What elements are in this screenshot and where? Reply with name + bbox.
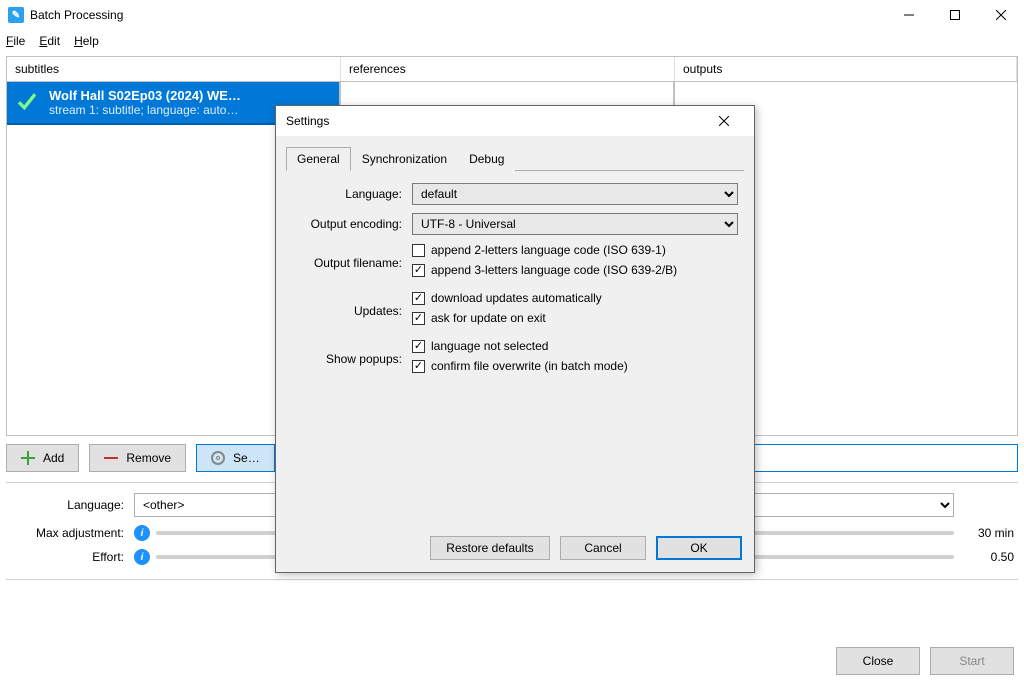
setting-updates-label: Updates: (292, 304, 412, 318)
menu-edit[interactable]: Edit (39, 34, 60, 48)
remove-button-label: Remove (126, 451, 171, 465)
checkbox-dlupdates-label: download updates automatically (431, 291, 602, 305)
ok-button[interactable]: OK (656, 536, 742, 560)
settings-tabs: General Synchronization Debug (286, 146, 744, 171)
subtitle-item-detail: stream 1: subtitle; language: auto… (49, 103, 241, 117)
gear-icon (211, 451, 225, 465)
check-icon (15, 89, 39, 116)
menu-file[interactable]: File (6, 34, 25, 48)
checkbox-iso6391-label: append 2-letters language code (ISO 639-… (431, 243, 666, 257)
checkbox-confirmover[interactable] (412, 360, 425, 373)
settings-button[interactable]: Se… (196, 444, 275, 472)
add-button[interactable]: Add (6, 444, 79, 472)
effort-value: 0.50 (954, 550, 1014, 564)
divider (6, 579, 1018, 580)
app-icon: ✎ (8, 7, 24, 23)
settings-close-button[interactable] (704, 106, 744, 136)
settings-dialog: Settings General Synchronization Debug L… (275, 105, 755, 573)
column-outputs[interactable]: outputs (675, 57, 1017, 81)
footer: Close Start (836, 647, 1014, 675)
checkbox-langnotsel-label: language not selected (431, 339, 548, 353)
tab-debug[interactable]: Debug (458, 147, 515, 171)
restore-defaults-button[interactable]: Restore defaults (430, 536, 550, 560)
max-adjustment-label: Max adjustment: (10, 526, 134, 540)
close-button[interactable] (978, 0, 1024, 30)
setting-popups-label: Show popups: (292, 352, 412, 366)
settings-button-label: Se… (233, 451, 260, 465)
titlebar: ✎ Batch Processing (0, 0, 1024, 30)
checkbox-iso6391[interactable] (412, 244, 425, 257)
settings-footer: Restore defaults Cancel OK (430, 536, 742, 560)
checkbox-iso6392-label: append 3-letters language code (ISO 639-… (431, 263, 677, 277)
settings-title: Settings (286, 114, 704, 128)
setting-filename-label: Output filename: (292, 256, 412, 270)
start-button[interactable]: Start (930, 647, 1014, 675)
setting-language-label: Language: (292, 187, 412, 201)
language-label: Language: (10, 498, 134, 512)
max-adjustment-value: 30 min (954, 526, 1014, 540)
settings-titlebar: Settings (276, 106, 754, 136)
cancel-button[interactable]: Cancel (560, 536, 646, 560)
close-footer-button[interactable]: Close (836, 647, 920, 675)
info-icon[interactable]: i (134, 525, 150, 541)
maximize-button[interactable] (932, 0, 978, 30)
checkbox-askexit-label: ask for update on exit (431, 311, 546, 325)
tab-general[interactable]: General (286, 147, 351, 171)
column-subtitles[interactable]: subtitles (7, 57, 341, 81)
checkbox-confirmover-label: confirm file overwrite (in batch mode) (431, 359, 628, 373)
checkbox-dlupdates[interactable] (412, 292, 425, 305)
add-button-label: Add (43, 451, 64, 465)
menu-bar: File Edit Help (0, 30, 1024, 52)
checkbox-iso6392[interactable] (412, 264, 425, 277)
remove-button[interactable]: Remove (89, 444, 186, 472)
plus-icon (21, 451, 35, 465)
menu-help[interactable]: Help (74, 34, 99, 48)
settings-form: Language: default Output encoding: UTF-8… (276, 171, 754, 399)
setting-language-select[interactable]: default (412, 183, 738, 205)
tab-synchronization[interactable]: Synchronization (351, 147, 458, 171)
window-title: Batch Processing (30, 8, 886, 22)
info-icon[interactable]: i (134, 549, 150, 565)
effort-label: Effort: (10, 550, 134, 564)
checkbox-askexit[interactable] (412, 312, 425, 325)
column-headers: subtitles references outputs (6, 56, 1018, 82)
subtitle-item-title: Wolf Hall S02Ep03 (2024) WE… (49, 88, 241, 103)
setting-encoding-select[interactable]: UTF-8 - Universal (412, 213, 738, 235)
column-references[interactable]: references (341, 57, 675, 81)
checkbox-langnotsel[interactable] (412, 340, 425, 353)
minimize-button[interactable] (886, 0, 932, 30)
setting-encoding-label: Output encoding: (292, 217, 412, 231)
minus-icon (104, 451, 118, 465)
